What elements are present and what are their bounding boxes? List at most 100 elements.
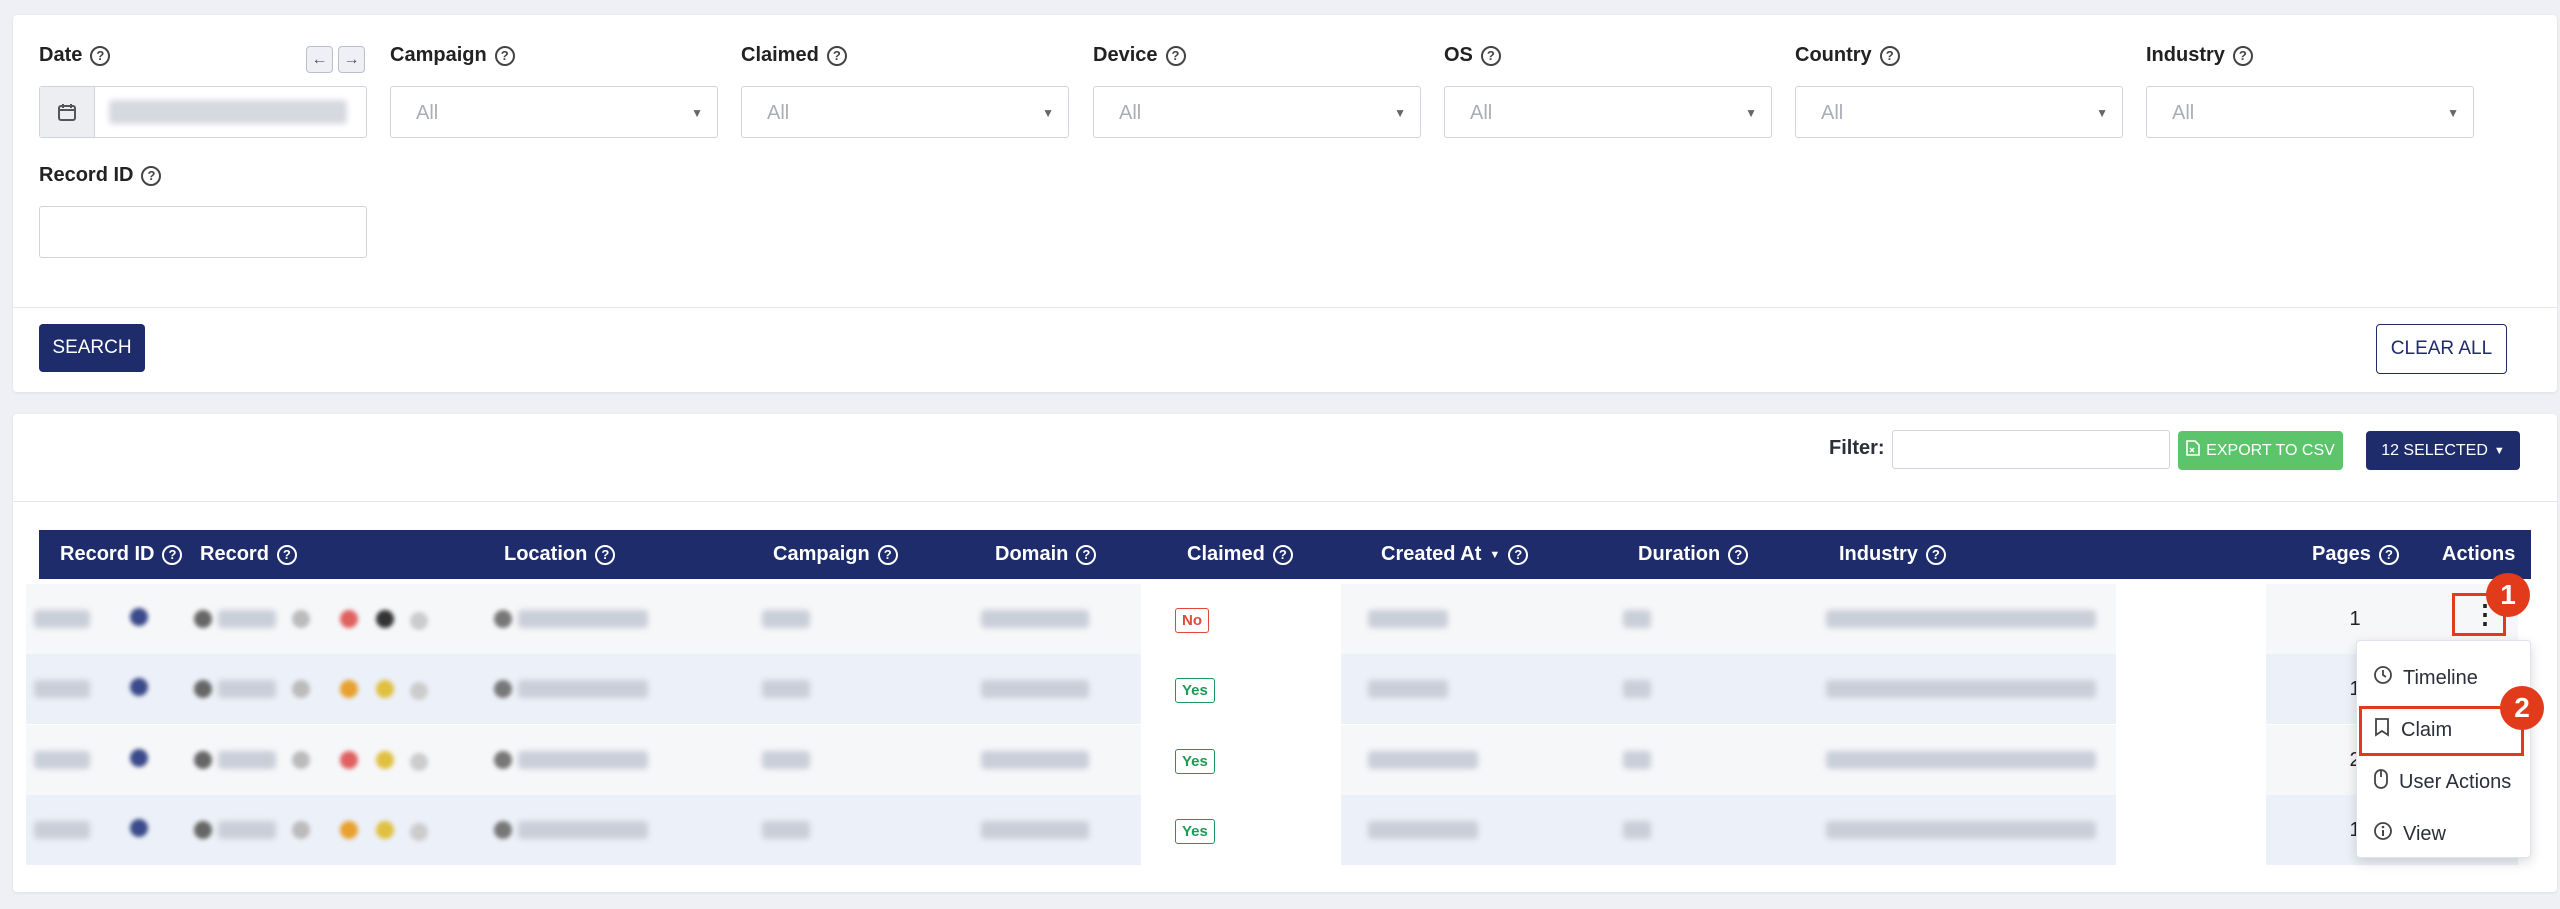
- table-row: Yes 1: [26, 795, 2518, 865]
- help-icon[interactable]: ?: [1480, 45, 1501, 66]
- record-icon-redacted: [194, 821, 212, 839]
- col-record[interactable]: Record?: [200, 543, 297, 566]
- caret-down-icon: ▼: [1745, 106, 1757, 120]
- help-icon[interactable]: ?: [494, 45, 515, 66]
- duration-redacted: [1623, 751, 1651, 769]
- device-select[interactable]: All ▼: [1093, 86, 1421, 138]
- next-date-button[interactable]: →: [338, 46, 365, 73]
- help-icon: ?: [877, 544, 898, 565]
- record-icon-redacted: [194, 610, 212, 628]
- country-select[interactable]: All ▼: [1795, 86, 2123, 138]
- highlight-box-claim: [2359, 706, 2524, 756]
- record-avatar-redacted: [130, 819, 148, 837]
- record-id-input[interactable]: [39, 206, 367, 258]
- help-icon: ?: [2378, 544, 2399, 565]
- record-id-redacted: [34, 610, 90, 628]
- col-domain[interactable]: Domain?: [995, 543, 1097, 566]
- help-icon[interactable]: ?: [826, 45, 847, 66]
- industry-redacted: [1826, 821, 2096, 839]
- filter-label: Filter:: [1829, 437, 1885, 459]
- record-icon-redacted: [292, 821, 310, 839]
- menu-item-user-actions[interactable]: User Actions: [2373, 769, 2511, 795]
- duration-redacted: [1623, 821, 1651, 839]
- campaign-redacted: [762, 821, 810, 839]
- help-icon[interactable]: ?: [1879, 45, 1900, 66]
- industry-redacted: [1826, 751, 2096, 769]
- col-industry[interactable]: Industry?: [1839, 543, 1946, 566]
- help-icon: ?: [595, 544, 616, 565]
- record-icon-redacted: [410, 753, 428, 771]
- help-icon: ?: [1272, 544, 1293, 565]
- annotation-number-2: 2: [2500, 686, 2544, 730]
- col-location[interactable]: Location?: [504, 543, 616, 566]
- spacer-cell: [2116, 584, 2266, 654]
- record-icon-redacted: [376, 680, 394, 698]
- col-created-at[interactable]: Created At ▼?: [1381, 543, 1529, 566]
- industry-select[interactable]: All ▼: [2146, 86, 2474, 138]
- pages-value: 1: [2349, 608, 2361, 630]
- claimed-badge: Yes: [1175, 678, 1215, 703]
- claimed-select[interactable]: All ▼: [741, 86, 1069, 138]
- record-id-redacted: [34, 751, 90, 769]
- record-text-redacted: [218, 680, 276, 698]
- record-id-label: Record ID?: [39, 164, 162, 187]
- help-icon[interactable]: ?: [141, 165, 162, 186]
- location-flag-redacted: [494, 751, 512, 769]
- record-icon-redacted: [340, 751, 358, 769]
- campaign-redacted: [762, 751, 810, 769]
- location-redacted: [518, 821, 648, 839]
- table-row: Yes 2: [26, 725, 2518, 795]
- clear-all-button[interactable]: CLEAR ALL: [2376, 324, 2507, 374]
- help-icon[interactable]: ?: [1165, 45, 1186, 66]
- col-campaign[interactable]: Campaign?: [773, 543, 898, 566]
- col-pages[interactable]: Pages?: [2312, 543, 2399, 566]
- table-filter-input[interactable]: [1892, 430, 2170, 469]
- menu-item-timeline[interactable]: Timeline: [2373, 665, 2478, 691]
- col-duration[interactable]: Duration?: [1638, 543, 1749, 566]
- prev-date-button[interactable]: ←: [306, 46, 333, 73]
- spacer-cell: [2116, 725, 2266, 795]
- os-select[interactable]: All ▼: [1444, 86, 1772, 138]
- record-icon-redacted: [292, 680, 310, 698]
- record-avatar-redacted: [130, 678, 148, 696]
- created-at-redacted: [1368, 610, 1448, 628]
- date-range-input[interactable]: [39, 86, 367, 138]
- domain-redacted: [981, 610, 1089, 628]
- help-icon: ?: [276, 544, 297, 565]
- spacer-cell: [2116, 795, 2266, 865]
- info-icon: [2373, 821, 2393, 847]
- location-redacted: [518, 610, 648, 628]
- export-csv-button[interactable]: EXPORT TO CSV: [2178, 431, 2343, 470]
- record-avatar-redacted: [130, 749, 148, 767]
- record-icon-redacted: [410, 612, 428, 630]
- help-icon: ?: [1508, 544, 1529, 565]
- caret-down-icon: ▼: [691, 106, 703, 120]
- location-flag-redacted: [494, 680, 512, 698]
- duration-redacted: [1623, 610, 1651, 628]
- record-icon-redacted: [340, 821, 358, 839]
- record-icon-redacted: [292, 751, 310, 769]
- annotation-number-1: 1: [2486, 573, 2530, 617]
- divider: [13, 307, 2557, 308]
- campaign-select[interactable]: All ▼: [390, 86, 718, 138]
- claimed-badge: Yes: [1175, 749, 1215, 774]
- industry-label: Industry?: [2146, 44, 2253, 67]
- domain-redacted: [981, 821, 1089, 839]
- claimed-cell: [1141, 795, 1341, 865]
- caret-down-icon: ▼: [2096, 106, 2108, 120]
- help-icon: ?: [162, 544, 183, 565]
- search-button[interactable]: SEARCH: [39, 324, 145, 372]
- help-icon[interactable]: ?: [2232, 45, 2253, 66]
- columns-selected-dropdown[interactable]: 12 SELECTED ▼: [2366, 431, 2520, 470]
- record-icon-redacted: [376, 751, 394, 769]
- record-icon-redacted: [194, 680, 212, 698]
- sort-desc-icon: ▼: [1489, 548, 1501, 561]
- domain-redacted: [981, 751, 1089, 769]
- help-icon[interactable]: ?: [90, 45, 111, 66]
- menu-item-view[interactable]: View: [2373, 821, 2446, 847]
- record-icon-redacted: [376, 610, 394, 628]
- calendar-icon[interactable]: [40, 87, 95, 137]
- col-claimed[interactable]: Claimed?: [1187, 543, 1293, 566]
- col-record-id[interactable]: Record ID?: [60, 543, 183, 566]
- divider: [13, 501, 2557, 502]
